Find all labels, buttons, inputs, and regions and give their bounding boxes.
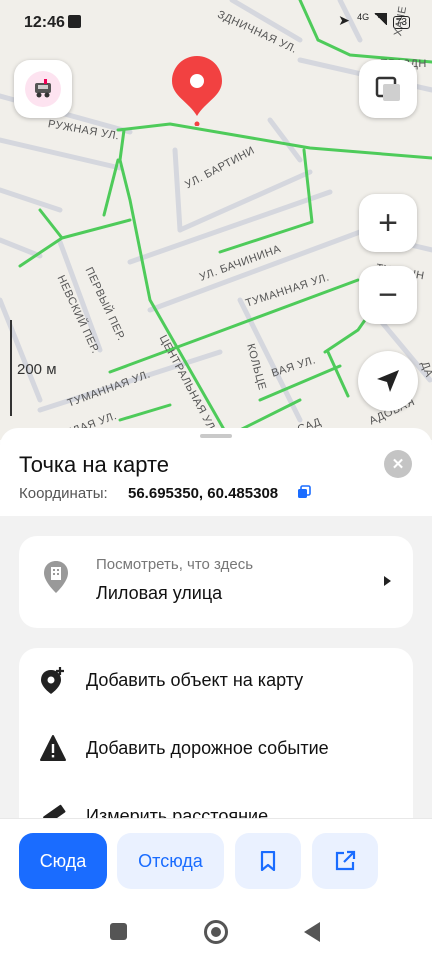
route-from-button[interactable]: Отсюда	[117, 833, 224, 889]
close-icon: ✕	[391, 456, 405, 473]
scale-label: 200 м	[17, 361, 57, 378]
share-icon	[335, 850, 356, 871]
chevron-right-icon	[384, 576, 391, 586]
sheet-title: Точка на карте	[19, 452, 170, 477]
plus-icon: +	[378, 204, 398, 242]
whats-here-card[interactable]: Посмотреть, что здесь Лиловая улица	[19, 536, 413, 628]
my-location-button[interactable]	[358, 351, 418, 411]
add-object-row[interactable]: Добавить объект на карту	[19, 648, 413, 714]
route-here-button[interactable]: Сюда	[19, 833, 107, 889]
avatar	[25, 71, 61, 107]
battery-level: 73	[395, 17, 407, 28]
action-label: Добавить дорожное событие	[86, 738, 329, 758]
coords-value: 56.695350, 60.485308	[128, 485, 279, 502]
sheet-header: Точка на карте Координаты: 56.695350, 60…	[0, 428, 432, 516]
map-pin[interactable]	[170, 54, 224, 127]
place-name: Лиловая улица	[96, 583, 223, 603]
home-icon-dot	[211, 927, 221, 937]
add-place-icon	[41, 667, 64, 694]
clock: 12:46	[24, 14, 65, 31]
drag-handle[interactable]	[200, 434, 232, 438]
whats-here-hint: Посмотреть, что здесь	[96, 556, 254, 573]
recents-icon[interactable]	[110, 923, 127, 940]
location-icon: ➤	[338, 12, 350, 28]
network-type: 4G	[357, 12, 370, 22]
share-button[interactable]	[312, 833, 378, 889]
back-icon[interactable]	[304, 922, 320, 942]
home-icon[interactable]	[204, 920, 228, 944]
zoom-in-button[interactable]: +	[359, 194, 417, 252]
route-from-label: Отсюда	[138, 850, 203, 871]
status-icons: ➤ 4G 73	[338, 12, 410, 29]
coords-label: Координаты:	[19, 485, 108, 502]
warning-icon	[40, 735, 66, 761]
route-here-label: Сюда	[39, 850, 87, 871]
zoom-out-button[interactable]: −	[359, 266, 417, 324]
navigation-arrow-icon	[377, 370, 399, 392]
pin-icon	[172, 56, 222, 127]
bookmark-button[interactable]	[235, 833, 301, 889]
close-button[interactable]: ✕	[384, 450, 412, 478]
status-bar: 12:46 ➤ 4G 73	[0, 0, 432, 40]
car-avatar-icon	[35, 79, 51, 98]
map-view[interactable]: ЗДНИЧНАЯ УЛ. ХАЧЕ ПРАЗДН РУЖНАЯ УЛ. УЛ. …	[0, 0, 432, 440]
copy-icon[interactable]	[297, 485, 311, 504]
notification-icon	[68, 15, 81, 28]
layers-icon	[375, 76, 400, 101]
add-road-event-row[interactable]: Добавить дорожное событие	[19, 716, 413, 782]
profile-button[interactable]	[14, 60, 72, 118]
scale-bar	[10, 320, 12, 416]
bookmark-icon	[260, 851, 276, 871]
battery-icon: 73	[392, 16, 410, 29]
minus-icon: −	[378, 276, 398, 314]
signal-icon	[372, 13, 387, 25]
action-label: Добавить объект на карту	[86, 670, 304, 690]
building-pin-icon	[44, 561, 68, 593]
layers-button[interactable]	[359, 60, 417, 118]
route-action-bar: Сюда Отсюда	[0, 818, 432, 897]
system-nav-bar	[0, 896, 432, 960]
